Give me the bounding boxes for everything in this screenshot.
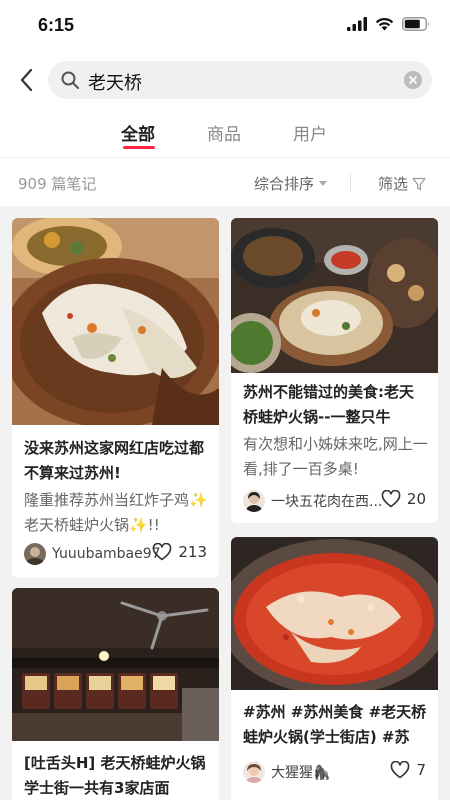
like-count: 20 [406, 490, 426, 508]
status-bar: 6:15 [0, 0, 450, 52]
like-button[interactable]: 7 [390, 761, 426, 779]
avatar [24, 543, 46, 565]
sort-label: 综合排序 [254, 175, 315, 193]
author-name: 一块五花肉在西... [271, 494, 383, 510]
heart-icon [381, 490, 401, 508]
note-card[interactable]: [吐舌头H] 老天桥蛙炉火锅 学士街一共有3家店面 [12, 588, 219, 800]
filter-button[interactable]: 筛选 [378, 173, 426, 194]
author-name: Yuuubambae97 [52, 546, 161, 562]
active-tab-indicator [123, 146, 155, 149]
author-name: 大猩猩🦍 [271, 765, 331, 781]
filter-bar: 909 篇笔记 综合排序 筛选 [0, 158, 450, 206]
like-button[interactable]: 213 [152, 543, 207, 561]
avatar [243, 761, 265, 783]
triangle-down-icon [319, 180, 328, 186]
chevron-left-icon [20, 68, 33, 92]
note-card[interactable]: 苏州不能错过的美食:老天桥蛙炉火锅--一整只牛 有次想和小姊妹来吃,网上一看,排… [231, 218, 438, 523]
tab-all[interactable]: 全部 [121, 120, 155, 145]
note-cover-image [231, 218, 438, 373]
note-description: 隆重推荐苏州当红炸子鸡✨老天桥蛙炉火锅✨!! [24, 491, 208, 534]
back-button[interactable] [14, 64, 38, 96]
status-icons [347, 17, 430, 31]
heart-icon [153, 543, 172, 561]
close-icon [409, 76, 417, 84]
note-cover-image [231, 537, 438, 690]
note-cover-image [12, 218, 219, 425]
like-button[interactable]: 20 [381, 490, 426, 508]
tab-products[interactable]: 商品 [207, 120, 241, 145]
note-title: 苏州不能错过的美食:老天桥蛙炉火锅--一整只牛 [243, 383, 414, 426]
battery-icon [402, 17, 429, 31]
clear-search-button[interactable] [404, 71, 422, 89]
note-author[interactable]: 一块五花肉在西... [243, 490, 382, 512]
note-count: 909 篇笔记 [18, 175, 97, 193]
signal-icon [347, 17, 367, 31]
tab-users[interactable]: 用户 [293, 120, 327, 145]
sort-dropdown[interactable]: 综合排序 [254, 173, 328, 194]
note-title: 没来苏州这家网红店吃过都不算来过苏州! [24, 439, 205, 482]
note-card[interactable]: #苏州 #苏州美食 #老天桥蛙炉火锅(学士街店) #苏 大猩猩🦍 7 [231, 537, 438, 800]
note-author[interactable]: 大猩猩🦍 [243, 761, 330, 783]
wifi-icon [375, 17, 394, 31]
search-input[interactable]: 老天桥 [48, 61, 432, 99]
like-count: 7 [416, 761, 426, 779]
search-icon [61, 71, 79, 89]
heart-icon [391, 761, 410, 779]
note-title: [吐舌头H] 老天桥蛙炉火锅 学士街一共有3家店面 [24, 754, 206, 797]
status-time: 6:15 [38, 15, 75, 35]
note-description: 有次想和小姊妹来吃,网上一看,排了一百多桌! [243, 435, 428, 478]
funnel-icon [412, 177, 426, 190]
note-card[interactable]: 没来苏州这家网红店吃过都不算来过苏州! 隆重推荐苏州当红炸子鸡✨老天桥蛙炉火锅✨… [12, 218, 219, 578]
search-query: 老天桥 [88, 73, 142, 94]
avatar [243, 490, 265, 512]
search-bar: 老天桥 [0, 52, 450, 108]
note-author[interactable]: Yuuubambae97 [24, 543, 161, 565]
result-tabs: 全部 商品 用户 [0, 108, 450, 158]
filter-label: 筛选 [378, 175, 409, 193]
like-count: 213 [178, 543, 207, 561]
note-cover-image [12, 588, 219, 741]
divider [350, 173, 351, 191]
note-title: #苏州 #苏州美食 #老天桥蛙炉火锅(学士街店) #苏 [243, 703, 427, 746]
